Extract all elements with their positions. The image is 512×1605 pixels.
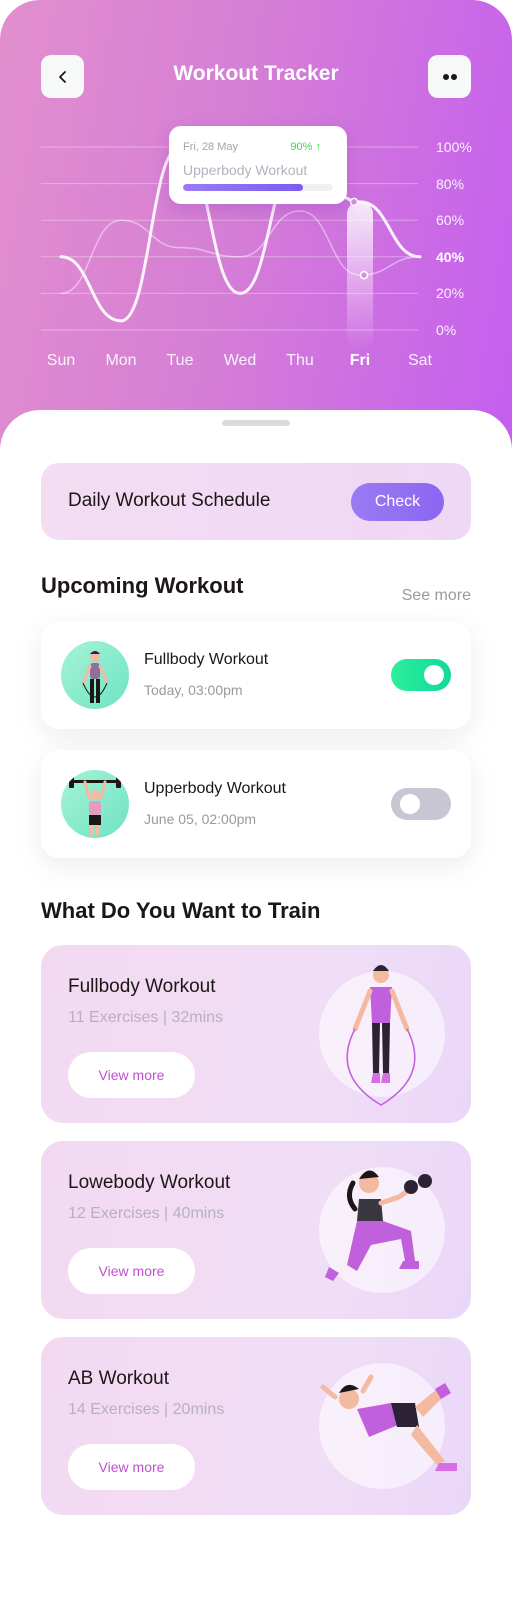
y-tick-label: 100% xyxy=(436,139,472,155)
upcoming-toggle[interactable] xyxy=(391,788,451,820)
train-card-detail: 11 Exercises | 32mins xyxy=(68,1009,224,1026)
train-card[interactable]: Lowebody Workout 12 Exercises | 40mins V… xyxy=(41,1141,471,1319)
train-card-title: Fullbody Workout xyxy=(68,976,216,997)
barbell-person-icon xyxy=(69,775,121,835)
tooltip-date: Fri, 28 May xyxy=(183,141,239,153)
sheet-drag-handle[interactable] xyxy=(222,420,290,426)
train-card-title: Lowebody Workout xyxy=(68,1172,231,1193)
upcoming-toggle[interactable] xyxy=(391,659,451,691)
upcoming-time: June 05, 02:00pm xyxy=(144,811,257,827)
fullbody-avatar xyxy=(61,641,129,709)
tooltip-workout: Upperbody Workout xyxy=(183,162,308,178)
train-card-detail: 12 Exercises | 40mins xyxy=(68,1205,225,1222)
toggle-knob xyxy=(424,665,444,685)
jump-rope-illustration xyxy=(346,965,416,1106)
view-more-button[interactable]: View more xyxy=(68,1248,195,1294)
train-card-detail: 14 Exercises | 20mins xyxy=(68,1401,225,1418)
y-tick-label: 0% xyxy=(436,322,457,338)
upcoming-time: Today, 03:00pm xyxy=(144,682,243,698)
x-tick-wed[interactable]: Wed xyxy=(210,352,270,370)
tooltip-progress-fill xyxy=(183,184,303,191)
view-more-button[interactable]: View more xyxy=(68,1052,195,1098)
toggle-knob xyxy=(400,794,420,814)
lunge-dumbbell-illustration xyxy=(325,1170,432,1281)
view-more-button[interactable]: View more xyxy=(68,1444,195,1490)
more-dots-icon xyxy=(442,73,457,80)
x-tick-sun[interactable]: Sun xyxy=(31,352,91,370)
situp-illustration xyxy=(320,1374,457,1471)
x-tick-sat[interactable]: Sat xyxy=(390,352,450,370)
upcoming-item[interactable]: Upperbody Workout June 05, 02:00pm xyxy=(41,750,471,858)
content-sheet: Daily Workout Schedule Check Upcoming Wo… xyxy=(0,410,512,1605)
tooltip-progress-bar xyxy=(183,184,333,191)
chart-point[interactable] xyxy=(349,197,359,207)
jump-rope-person-icon xyxy=(81,651,109,703)
train-card[interactable]: Fullbody Workout 11 Exercises | 32mins V… xyxy=(41,945,471,1123)
upcoming-title: Upcoming Workout xyxy=(41,573,244,598)
y-tick-label: 40% xyxy=(436,248,465,265)
x-tick-mon[interactable]: Mon xyxy=(91,352,151,370)
train-title: What Do You Want to Train xyxy=(41,898,321,923)
chart-point[interactable] xyxy=(359,270,369,280)
check-button[interactable]: Check xyxy=(351,483,444,521)
x-tick-tue[interactable]: Tue xyxy=(150,352,210,370)
chart-tooltip: Fri, 28 May 90% ↑ Upperbody Workout xyxy=(169,126,347,204)
y-tick-label: 20% xyxy=(436,285,465,302)
upcoming-name: Fullbody Workout xyxy=(144,651,269,668)
y-tick-label: 80% xyxy=(436,175,465,192)
upcoming-name: Upperbody Workout xyxy=(144,780,286,797)
schedule-title: Daily Workout Schedule xyxy=(68,490,271,511)
tooltip-percent: 90% ↑ xyxy=(290,141,321,153)
x-tick-thu[interactable]: Thu xyxy=(270,352,330,370)
train-card-title: AB Workout xyxy=(68,1368,170,1389)
x-tick-fri[interactable]: Fri xyxy=(330,352,390,370)
more-button[interactable] xyxy=(428,55,471,98)
daily-schedule-card: Daily Workout Schedule Check xyxy=(41,463,471,540)
y-tick-label: 60% xyxy=(436,212,465,229)
upperbody-avatar xyxy=(61,770,129,838)
upcoming-item[interactable]: Fullbody Workout Today, 03:00pm xyxy=(41,621,471,729)
see-more-link[interactable]: See more xyxy=(402,587,471,605)
train-card[interactable]: AB Workout 14 Exercises | 20mins View mo… xyxy=(41,1337,471,1515)
